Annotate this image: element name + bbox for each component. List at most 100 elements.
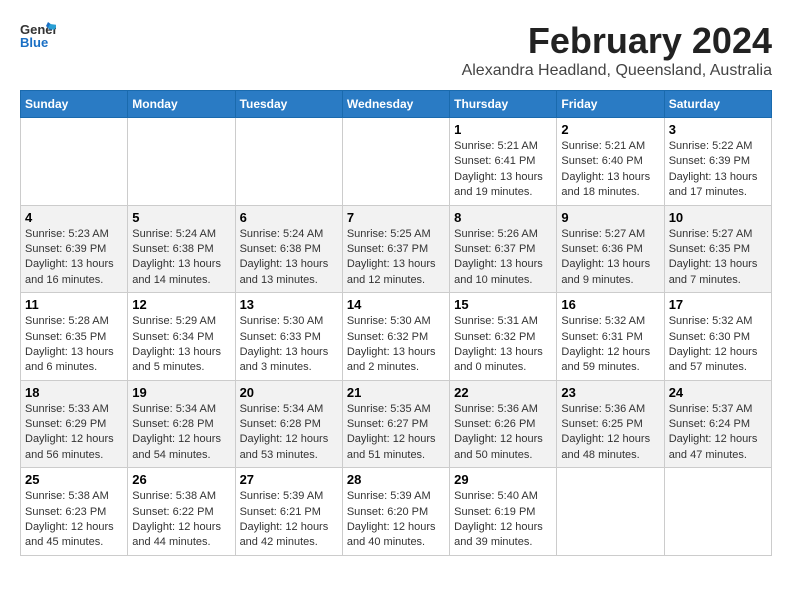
day-info: Sunrise: 5:33 AMSunset: 6:29 PMDaylight:… — [25, 402, 123, 464]
col-saturday: Saturday — [664, 91, 771, 118]
logo-icon: General Blue — [20, 20, 56, 50]
day-number: 16 — [561, 297, 659, 312]
col-tuesday: Tuesday — [235, 91, 342, 118]
calendar-week-3: 11 Sunrise: 5:28 AMSunset: 6:35 PMDayligh… — [21, 293, 772, 381]
table-row: 24 Sunrise: 5:37 AMSunset: 6:24 PMDayligh… — [664, 380, 771, 468]
day-info: Sunrise: 5:24 AMSunset: 6:38 PMDaylight:… — [132, 227, 230, 289]
table-row: 28 Sunrise: 5:39 AMSunset: 6:20 PMDayligh… — [342, 468, 449, 556]
calendar-week-4: 18 Sunrise: 5:33 AMSunset: 6:29 PMDayligh… — [21, 380, 772, 468]
day-number: 18 — [25, 385, 123, 400]
day-number: 6 — [240, 210, 338, 225]
table-row: 12Sunrise: 5:29 AMSunset: 6:34 PMDayligh… — [128, 293, 235, 381]
table-row: 5 Sunrise: 5:24 AMSunset: 6:38 PMDaylight… — [128, 205, 235, 293]
day-number: 8 — [454, 210, 552, 225]
day-number: 29 — [454, 472, 552, 487]
day-info: Sunrise: 5:24 AMSunset: 6:38 PMDaylight:… — [240, 227, 338, 289]
table-row — [21, 118, 128, 206]
table-row: 11 Sunrise: 5:28 AMSunset: 6:35 PMDayligh… — [21, 293, 128, 381]
table-row — [342, 118, 449, 206]
day-number: 28 — [347, 472, 445, 487]
page-header: February 2024 Alexandra Headland, Queens… — [20, 20, 772, 80]
svg-text:Blue: Blue — [20, 35, 48, 50]
table-row: 6 Sunrise: 5:24 AMSunset: 6:38 PMDaylight… — [235, 205, 342, 293]
day-number: 26 — [132, 472, 230, 487]
col-wednesday: Wednesday — [342, 91, 449, 118]
day-number: 24 — [669, 385, 767, 400]
day-info: Sunrise: 5:38 AMSunset: 6:22 PMDaylight:… — [132, 489, 230, 551]
day-info: Sunrise: 5:21 AMSunset: 6:41 PMDaylight:… — [454, 139, 552, 201]
day-info: Sunrise: 5:27 AMSunset: 6:35 PMDaylight:… — [669, 227, 767, 289]
table-row: 17 Sunrise: 5:32 AMSunset: 6:30 PMDayligh… — [664, 293, 771, 381]
calendar-header-row: Sunday Monday Tuesday Wednesday Thursday… — [21, 91, 772, 118]
day-number: 15 — [454, 297, 552, 312]
day-number: 2 — [561, 122, 659, 137]
day-info: Sunrise: 5:36 AMSunset: 6:25 PMDaylight:… — [561, 402, 659, 464]
table-row — [664, 468, 771, 556]
table-row: 26 Sunrise: 5:38 AMSunset: 6:22 PMDayligh… — [128, 468, 235, 556]
day-info: Sunrise: 5:30 AMSunset: 6:32 PMDaylight:… — [347, 314, 445, 376]
day-info: Sunrise: 5:39 AMSunset: 6:21 PMDaylight:… — [240, 489, 338, 551]
col-monday: Monday — [128, 91, 235, 118]
table-row: 3Sunrise: 5:22 AMSunset: 6:39 PMDaylight… — [664, 118, 771, 206]
table-row: 4Sunrise: 5:23 AMSunset: 6:39 PMDaylight… — [21, 205, 128, 293]
table-row: 13Sunrise: 5:30 AMSunset: 6:33 PMDayligh… — [235, 293, 342, 381]
table-row: 7Sunrise: 5:25 AMSunset: 6:37 PMDaylight… — [342, 205, 449, 293]
table-row: 19 Sunrise: 5:34 AMSunset: 6:28 PMDayligh… — [128, 380, 235, 468]
col-friday: Friday — [557, 91, 664, 118]
day-number: 17 — [669, 297, 767, 312]
day-info: Sunrise: 5:21 AMSunset: 6:40 PMDaylight:… — [561, 139, 659, 201]
day-number: 20 — [240, 385, 338, 400]
table-row: 29 Sunrise: 5:40 AMSunset: 6:19 PMDayligh… — [450, 468, 557, 556]
day-number: 13 — [240, 297, 338, 312]
table-row: 8Sunrise: 5:26 AMSunset: 6:37 PMDaylight… — [450, 205, 557, 293]
col-sunday: Sunday — [21, 91, 128, 118]
day-number: 11 — [25, 297, 123, 312]
table-row: 23 Sunrise: 5:36 AMSunset: 6:25 PMDayligh… — [557, 380, 664, 468]
table-row: 1 Sunrise: 5:21 AMSunset: 6:41 PMDaylight… — [450, 118, 557, 206]
day-info: Sunrise: 5:40 AMSunset: 6:19 PMDaylight:… — [454, 489, 552, 551]
table-row: 27 Sunrise: 5:39 AMSunset: 6:21 PMDayligh… — [235, 468, 342, 556]
table-row: 21Sunrise: 5:35 AMSunset: 6:27 PMDayligh… — [342, 380, 449, 468]
day-number: 25 — [25, 472, 123, 487]
day-number: 10 — [669, 210, 767, 225]
day-info: Sunrise: 5:34 AMSunset: 6:28 PMDaylight:… — [132, 402, 230, 464]
day-info: Sunrise: 5:38 AMSunset: 6:23 PMDaylight:… — [25, 489, 123, 551]
table-row: 16 Sunrise: 5:32 AMSunset: 6:31 PMDayligh… — [557, 293, 664, 381]
day-info: Sunrise: 5:22 AMSunset: 6:39 PMDaylight:… — [669, 139, 767, 201]
table-row: 10 Sunrise: 5:27 AMSunset: 6:35 PMDayligh… — [664, 205, 771, 293]
day-number: 23 — [561, 385, 659, 400]
day-info: Sunrise: 5:37 AMSunset: 6:24 PMDaylight:… — [669, 402, 767, 464]
day-info: Sunrise: 5:36 AMSunset: 6:26 PMDaylight:… — [454, 402, 552, 464]
day-info: Sunrise: 5:31 AMSunset: 6:32 PMDaylight:… — [454, 314, 552, 376]
day-info: Sunrise: 5:27 AMSunset: 6:36 PMDaylight:… — [561, 227, 659, 289]
table-row: 18 Sunrise: 5:33 AMSunset: 6:29 PMDayligh… — [21, 380, 128, 468]
day-number: 1 — [454, 122, 552, 137]
day-info: Sunrise: 5:39 AMSunset: 6:20 PMDaylight:… — [347, 489, 445, 551]
day-info: Sunrise: 5:34 AMSunset: 6:28 PMDaylight:… — [240, 402, 338, 464]
table-row: 9 Sunrise: 5:27 AMSunset: 6:36 PMDaylight… — [557, 205, 664, 293]
col-thursday: Thursday — [450, 91, 557, 118]
day-number: 5 — [132, 210, 230, 225]
table-row — [235, 118, 342, 206]
day-info: Sunrise: 5:32 AMSunset: 6:31 PMDaylight:… — [561, 314, 659, 376]
location-title: Alexandra Headland, Queensland, Australi… — [20, 62, 772, 80]
day-number: 22 — [454, 385, 552, 400]
calendar-table: Sunday Monday Tuesday Wednesday Thursday… — [20, 90, 772, 556]
calendar-week-1: 1 Sunrise: 5:21 AMSunset: 6:41 PMDaylight… — [21, 118, 772, 206]
logo: General Blue — [20, 20, 56, 50]
table-row: 2 Sunrise: 5:21 AMSunset: 6:40 PMDaylight… — [557, 118, 664, 206]
day-info: Sunrise: 5:23 AMSunset: 6:39 PMDaylight:… — [25, 227, 123, 289]
day-number: 9 — [561, 210, 659, 225]
day-info: Sunrise: 5:28 AMSunset: 6:35 PMDaylight:… — [25, 314, 123, 376]
month-title: February 2024 — [20, 20, 772, 62]
table-row — [128, 118, 235, 206]
table-row: 22 Sunrise: 5:36 AMSunset: 6:26 PMDayligh… — [450, 380, 557, 468]
day-number: 27 — [240, 472, 338, 487]
day-number: 19 — [132, 385, 230, 400]
day-number: 12 — [132, 297, 230, 312]
day-info: Sunrise: 5:35 AMSunset: 6:27 PMDaylight:… — [347, 402, 445, 464]
day-number: 7 — [347, 210, 445, 225]
table-row: 14Sunrise: 5:30 AMSunset: 6:32 PMDayligh… — [342, 293, 449, 381]
day-info: Sunrise: 5:32 AMSunset: 6:30 PMDaylight:… — [669, 314, 767, 376]
table-row: 25 Sunrise: 5:38 AMSunset: 6:23 PMDayligh… — [21, 468, 128, 556]
